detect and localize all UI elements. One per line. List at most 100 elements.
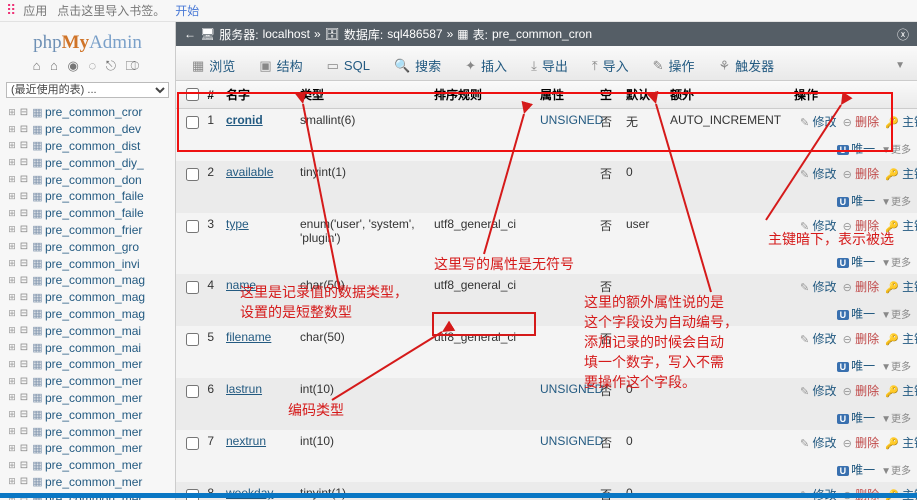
apps-link[interactable]: 应用 xyxy=(23,2,47,19)
drop-button[interactable]: ⊖ 删除 xyxy=(843,332,880,346)
expand-icon[interactable]: ⊞ xyxy=(6,191,18,202)
expand-icon[interactable]: ⊞ xyxy=(6,426,18,437)
edit-button[interactable]: ✎ 修改 xyxy=(800,436,837,450)
row-checkbox[interactable] xyxy=(186,168,199,181)
edit-button[interactable]: ✎ 修改 xyxy=(800,167,837,181)
collapse-icon[interactable]: ⓧ xyxy=(897,26,909,43)
bc-server[interactable]: localhost xyxy=(263,27,310,41)
expand-icon[interactable]: ⊞ xyxy=(6,124,18,135)
expand-icon[interactable]: ⊞ xyxy=(6,157,18,168)
primary-key-button[interactable]: 🔑 主键 xyxy=(885,167,917,181)
tree-item[interactable]: ⊞⊟▦pre_common_mag xyxy=(6,289,175,306)
th-checkbox[interactable] xyxy=(176,81,200,109)
check-all[interactable] xyxy=(186,88,199,101)
expand-icon[interactable]: ⊞ xyxy=(6,476,18,487)
primary-key-button[interactable]: 🔑 主键 xyxy=(885,280,917,294)
th-type[interactable]: 类型 xyxy=(294,81,428,109)
tab-导入[interactable]: ⤒导入 xyxy=(582,50,639,80)
unique-button[interactable]: U唯一 xyxy=(837,463,876,477)
tab-结构[interactable]: ▣结构 xyxy=(249,50,312,80)
more-toggle[interactable]: ▼更多 xyxy=(881,362,911,373)
expand-icon[interactable]: ⊞ xyxy=(6,174,18,185)
bc-db[interactable]: sql486587 xyxy=(387,27,442,41)
expand-icon[interactable]: ⊞ xyxy=(6,443,18,454)
edit-button[interactable]: ✎ 修改 xyxy=(800,219,837,233)
apps-grid-icon[interactable]: ⠿ xyxy=(6,2,13,19)
tab-触发器[interactable]: ⚘触发器 xyxy=(709,50,785,80)
edit-button[interactable]: ✎ 修改 xyxy=(800,332,837,346)
more-toggle[interactable]: ▼更多 xyxy=(881,466,911,477)
tree-item[interactable]: ⊞⊟▦pre_common_mer xyxy=(6,440,175,457)
tree-item[interactable]: ⊞⊟▦pre_common_mai xyxy=(6,339,175,356)
expand-icon[interactable]: ⊞ xyxy=(6,342,18,353)
tree-item[interactable]: ⊞⊟▦pre_common_mer xyxy=(6,474,175,491)
sidebar-quick-icons[interactable]: ⌂ ⌂ ◉ ◌ ⎋ ⎄ xyxy=(0,58,175,80)
expand-icon[interactable]: ⊞ xyxy=(6,308,18,319)
tree-item[interactable]: ⊞⊟▦pre_common_mer xyxy=(6,406,175,423)
row-checkbox[interactable] xyxy=(186,333,199,346)
expand-icon[interactable]: ⊞ xyxy=(6,376,18,387)
recent-tables-dropdown[interactable]: (最近使用的表) ... xyxy=(6,82,169,98)
field-name[interactable]: available xyxy=(226,165,273,179)
th-null[interactable]: 空 xyxy=(594,81,620,109)
tree-item[interactable]: ⊞⊟▦pre_common_cror xyxy=(6,104,175,121)
tree-item[interactable]: ⊞⊟▦pre_common_faile xyxy=(6,205,175,222)
expand-icon[interactable]: ⊞ xyxy=(6,140,18,151)
unique-button[interactable]: U唯一 xyxy=(837,411,876,425)
field-name[interactable]: type xyxy=(226,217,249,231)
tree-item[interactable]: ⊞⊟▦pre_common_dev xyxy=(6,121,175,138)
primary-key-button[interactable]: 🔑 主键 xyxy=(885,115,917,129)
row-checkbox[interactable] xyxy=(186,220,199,233)
tab-操作[interactable]: ✎操作 xyxy=(643,50,705,80)
tree-item[interactable]: ⊞⊟▦pre_common_mer xyxy=(6,457,175,474)
th-attr[interactable]: 属性 xyxy=(534,81,594,109)
unique-button[interactable]: U唯一 xyxy=(837,142,876,156)
field-name[interactable]: name xyxy=(226,278,256,292)
start-link[interactable]: 开始 xyxy=(175,2,199,19)
tree-item[interactable]: ⊞⊟▦pre_common_mer xyxy=(6,390,175,407)
tree-item[interactable]: ⊞⊟▦pre_common_invi xyxy=(6,255,175,272)
recent-tables-select[interactable]: (最近使用的表) ... xyxy=(6,82,169,98)
tab-overflow-icon[interactable]: ▼ xyxy=(895,60,911,71)
expand-icon[interactable]: ⊞ xyxy=(6,224,18,235)
th-default[interactable]: 默认 xyxy=(620,81,664,109)
bc-table[interactable]: pre_common_cron xyxy=(492,27,592,41)
expand-icon[interactable]: ⊞ xyxy=(6,258,18,269)
tab-SQL[interactable]: ▭SQL xyxy=(317,50,380,80)
drop-button[interactable]: ⊖ 删除 xyxy=(843,219,880,233)
tree-item[interactable]: ⊞⊟▦pre_common_diy_ xyxy=(6,154,175,171)
expand-icon[interactable]: ⊞ xyxy=(6,409,18,420)
row-checkbox[interactable] xyxy=(186,385,199,398)
expand-icon[interactable]: ⊞ xyxy=(6,359,18,370)
expand-icon[interactable]: ⊞ xyxy=(6,208,18,219)
primary-key-button[interactable]: 🔑 主键 xyxy=(885,384,917,398)
tree-item[interactable]: ⊞⊟▦pre_common_don xyxy=(6,171,175,188)
field-name[interactable]: filename xyxy=(226,330,271,344)
unique-button[interactable]: U唯一 xyxy=(837,359,876,373)
primary-key-button[interactable]: 🔑 主键 xyxy=(885,332,917,346)
expand-icon[interactable]: ⊞ xyxy=(6,460,18,471)
more-toggle[interactable]: ▼更多 xyxy=(881,310,911,321)
field-name[interactable]: cronid xyxy=(226,113,263,127)
edit-button[interactable]: ✎ 修改 xyxy=(800,280,837,294)
expand-icon[interactable]: ⊞ xyxy=(6,241,18,252)
edit-button[interactable]: ✎ 修改 xyxy=(800,384,837,398)
more-toggle[interactable]: ▼更多 xyxy=(881,197,911,208)
edit-button[interactable]: ✎ 修改 xyxy=(800,115,837,129)
tab-搜索[interactable]: 🔍搜索 xyxy=(384,50,451,80)
field-name[interactable]: lastrun xyxy=(226,382,262,396)
more-toggle[interactable]: ▼更多 xyxy=(881,414,911,425)
tab-插入[interactable]: ✦插入 xyxy=(455,50,517,80)
row-checkbox[interactable] xyxy=(186,281,199,294)
more-toggle[interactable]: ▼更多 xyxy=(881,145,911,156)
expand-icon[interactable]: ⊞ xyxy=(6,392,18,403)
drop-button[interactable]: ⊖ 删除 xyxy=(843,384,880,398)
tree-item[interactable]: ⊞⊟▦pre_common_gro xyxy=(6,238,175,255)
primary-key-button[interactable]: 🔑 主键 xyxy=(885,219,917,233)
unique-button[interactable]: U唯一 xyxy=(837,194,876,208)
tree-item[interactable]: ⊞⊟▦pre_common_mag xyxy=(6,306,175,323)
expand-icon[interactable]: ⊞ xyxy=(6,325,18,336)
tree-item[interactable]: ⊞⊟▦pre_common_faile xyxy=(6,188,175,205)
th-name[interactable]: 名字 xyxy=(220,81,294,109)
tree-item[interactable]: ⊞⊟▦pre_common_mer xyxy=(6,423,175,440)
